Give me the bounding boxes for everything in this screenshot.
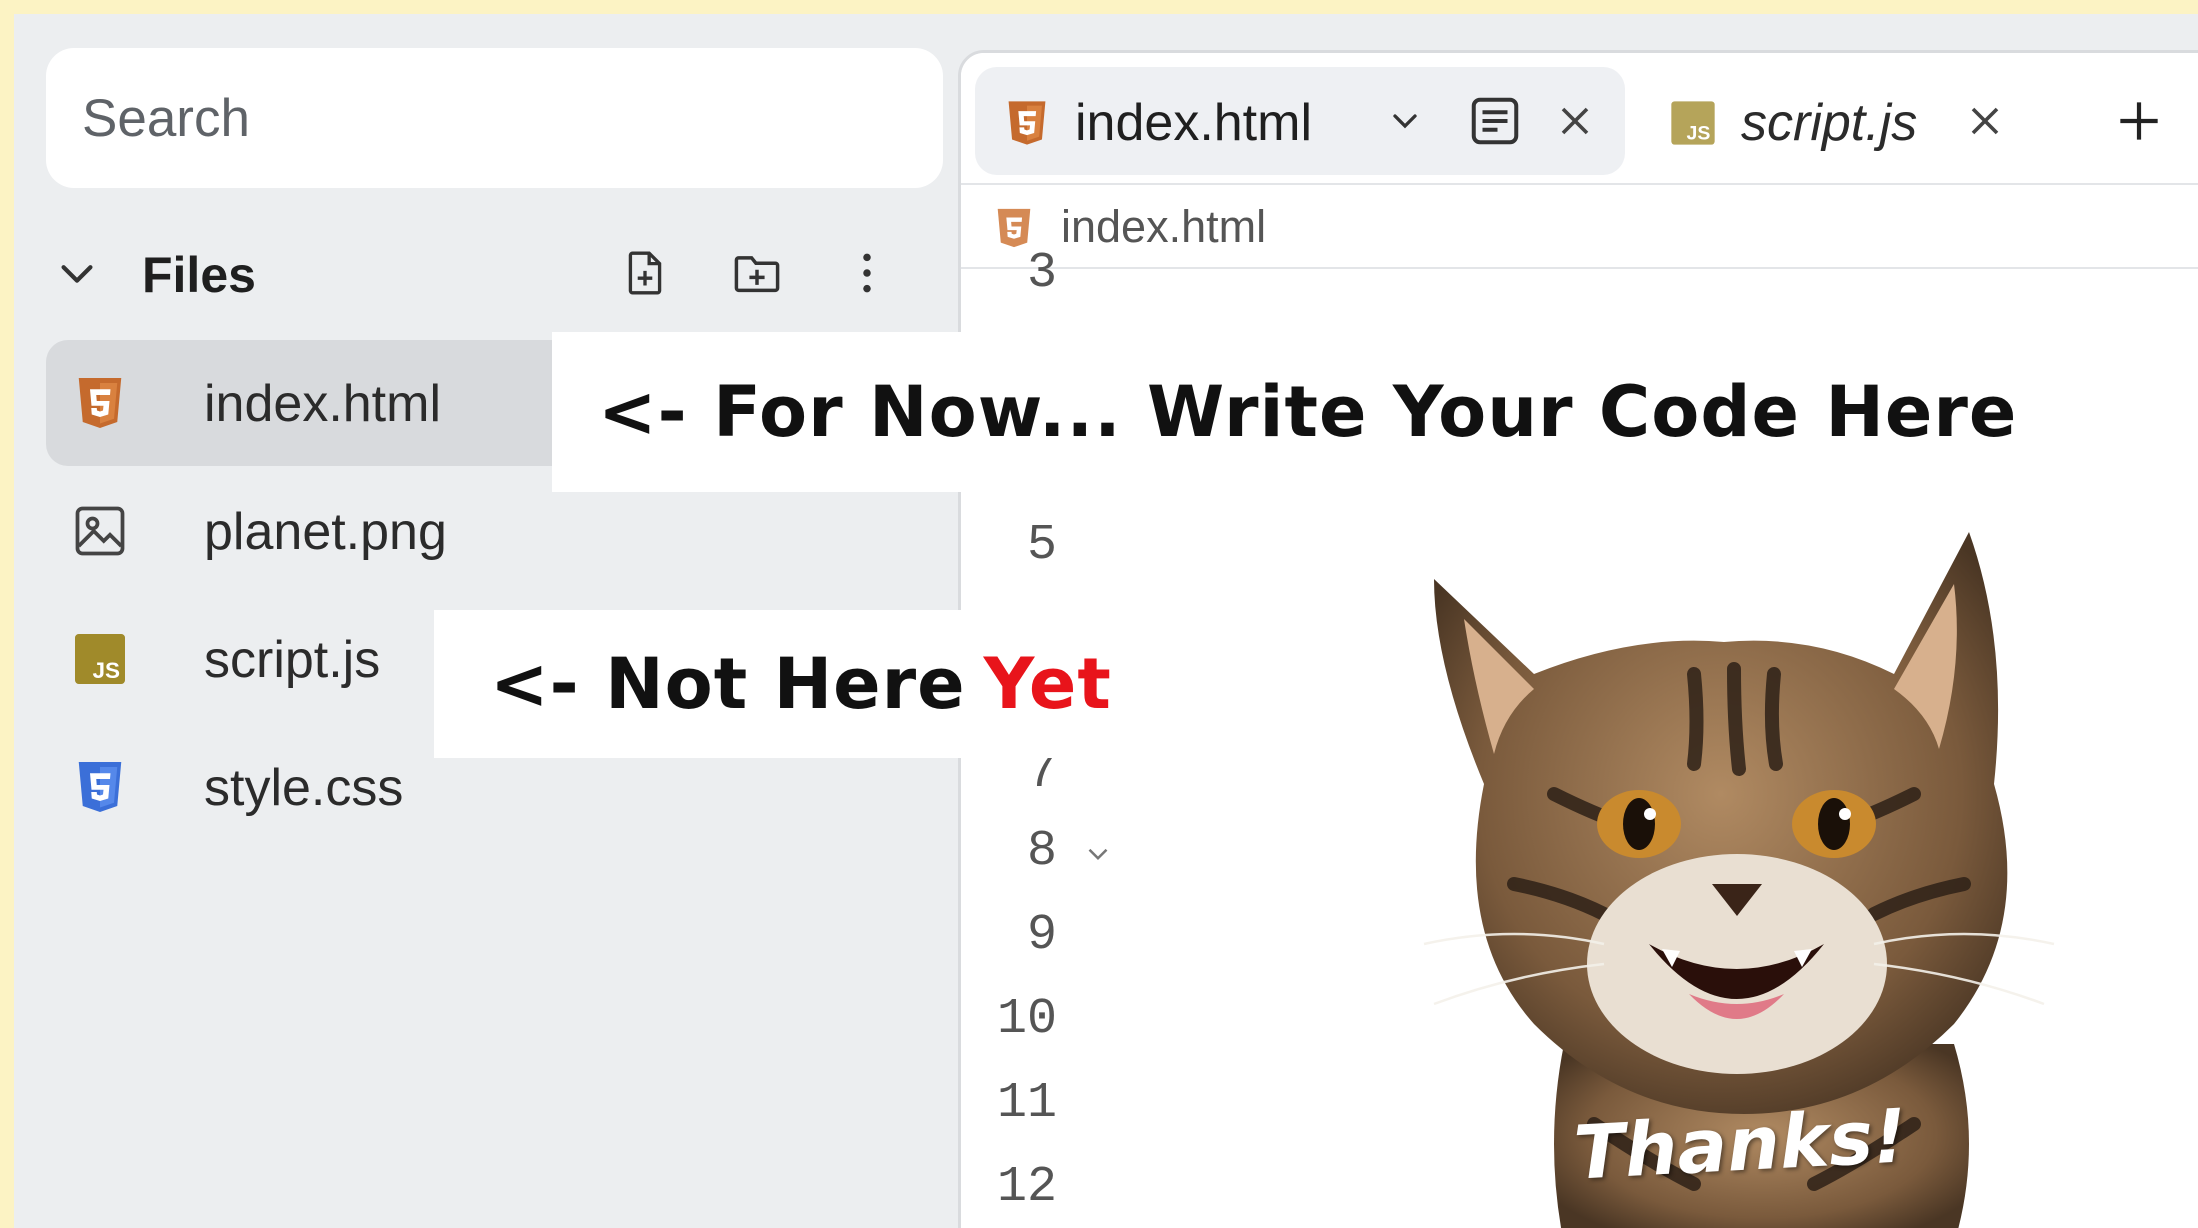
files-title: Files [142,247,256,303]
search-input[interactable] [46,48,943,188]
fold-chevron-icon[interactable] [1081,837,1115,871]
breadcrumb: index.html [961,183,2198,269]
tab-label: index.html [1075,94,1312,152]
new-file-icon [628,251,662,295]
annotation-text: <- Not Here [490,643,966,725]
annotation-text: <- For Now... Write Your Code Here [598,371,2018,453]
css3-icon [70,757,130,817]
svg-text:JS: JS [92,658,120,683]
line-number: 8 [1026,823,1057,880]
html5-icon [1001,97,1053,149]
tab-script-js[interactable]: JS script.js [1641,67,2031,175]
js-file-icon: JS [70,629,130,689]
chevron-down-icon[interactable] [54,250,100,296]
preview-icon[interactable] [1465,91,1525,151]
add-tab-button[interactable] [2111,93,2167,149]
annotation-write-here: <- For Now... Write Your Code Here [552,332,2172,492]
line-number: 12 [996,1159,1057,1216]
new-folder-button[interactable] [724,238,790,308]
tab-label: script.js [1741,94,1918,152]
line-number: 9 [1026,907,1057,964]
js-file-icon: JS [1667,97,1719,149]
tab-bar: index.html JS script.js [961,53,2198,183]
plus-icon [2120,102,2158,140]
more-options-button[interactable] [834,238,900,308]
chevron-down-icon[interactable] [1385,101,1425,141]
file-name: style.css [204,759,404,817]
html5-icon [70,373,130,433]
thanks-caption: Thanks! [1571,1093,1909,1197]
close-icon[interactable] [1961,97,2009,145]
close-icon[interactable] [1551,97,1599,145]
new-folder-icon [734,256,780,293]
app-window: Files index.html [14,14,2198,1228]
more-vertical-icon [863,253,871,293]
file-name: index.html [204,375,441,433]
file-name: planet.png [204,503,447,561]
tab-index-html[interactable]: index.html [975,67,1625,175]
breadcrumb-label: index.html [1061,201,1267,252]
annotation-not-here: <- Not Here Yet [434,610,1134,758]
image-file-icon [70,501,130,561]
line-number: 5 [1026,517,1057,574]
line-number: 11 [996,1075,1057,1132]
line-number: 10 [996,991,1057,1048]
files-section-header: Files [54,238,914,308]
svg-text:JS: JS [1686,122,1710,144]
new-file-button[interactable] [612,238,678,308]
line-number: 3 [1026,245,1057,302]
annotation-text-yet: Yet [983,643,1112,725]
file-name: script.js [204,631,381,689]
